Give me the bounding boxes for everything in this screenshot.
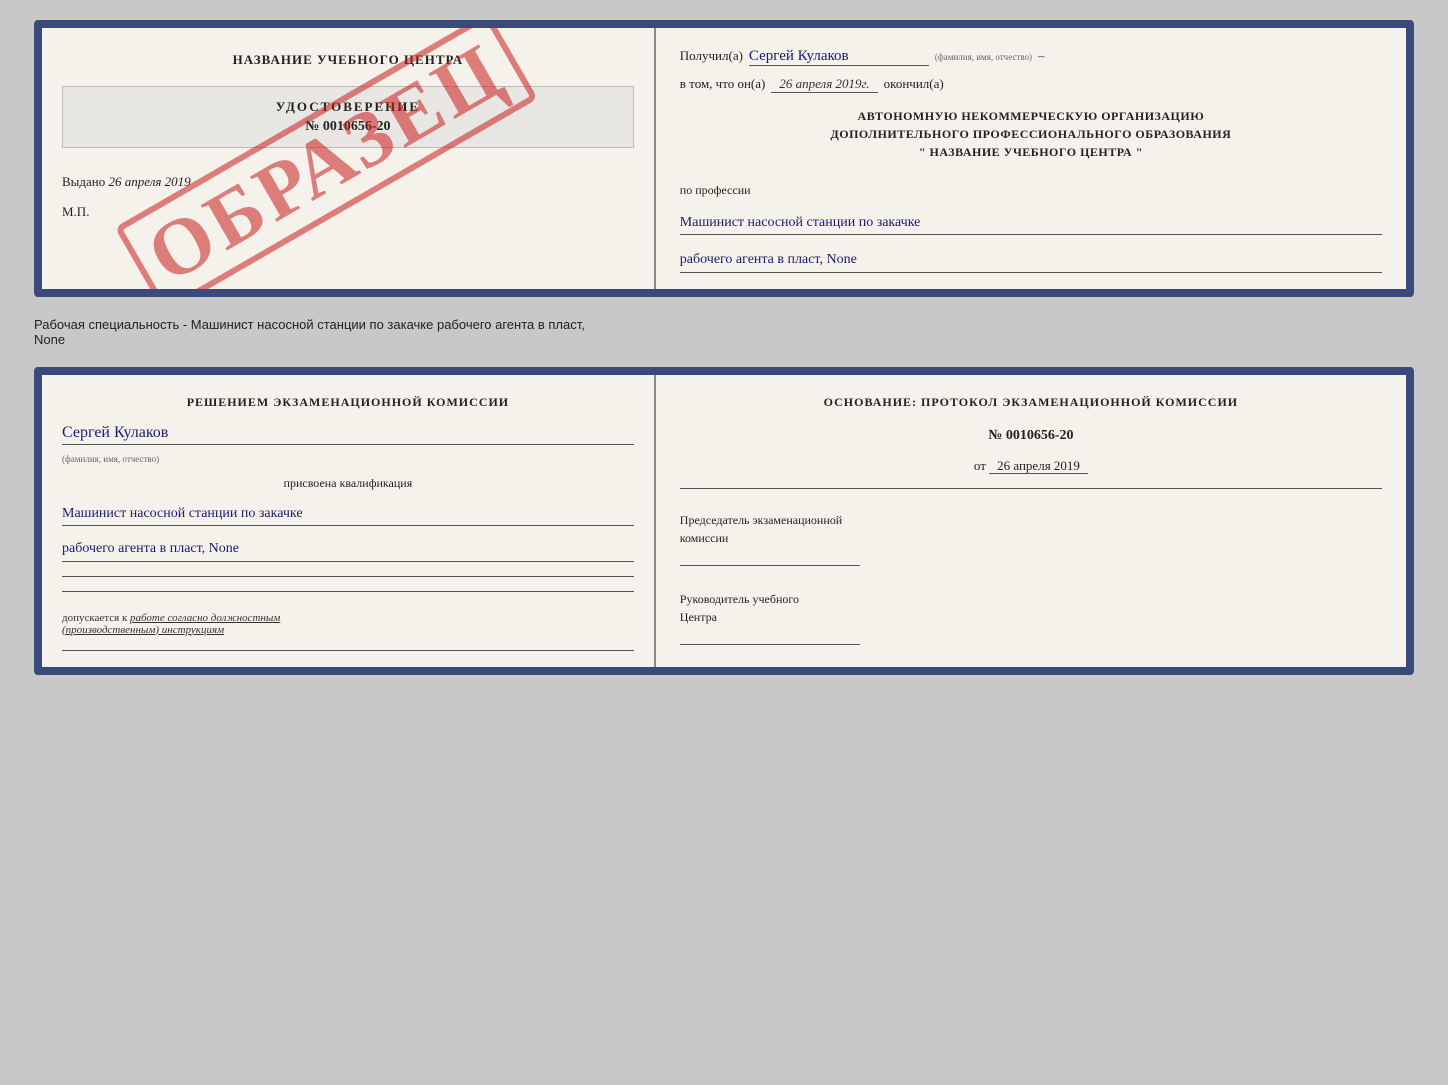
separator-line2: None [34, 332, 65, 347]
bottom-right-panel: Основание: протокол экзаменационной коми… [656, 375, 1406, 667]
prof-value2: рабочего агента в пласт, None [680, 249, 1382, 272]
person-name: Сергей Кулаков [62, 424, 634, 445]
poluchil-name: Сергей Кулаков [749, 48, 929, 66]
vtom-row: в том, что он(а) 26 апреля 2019г. окончи… [680, 76, 1382, 93]
org-line2: ДОПОЛНИТЕЛЬНОГО ПРОФЕССИОНАЛЬНОГО ОБРАЗО… [680, 125, 1382, 143]
rukovoditel-line2: Центра [680, 610, 717, 624]
rukovoditel-line1: Руководитель учебного [680, 592, 799, 606]
okonchil-label: окончил(а) [884, 76, 944, 92]
top-left-panel: НАЗВАНИЕ УЧЕБНОГО ЦЕНТРА ОБРАЗЕЦ УДОСТОВ… [42, 28, 656, 289]
prof-label: по профессии [680, 183, 1382, 198]
dopuskaetsya-italic: работе согласно должностным [130, 612, 280, 624]
mp-row: М.П. [62, 204, 634, 220]
fio-hint-top: (фамилия, имя, отчество) [935, 52, 1032, 62]
kvalif-value1: Машинист насосной станции по закачке [62, 503, 634, 526]
line2 [62, 591, 634, 592]
vtom-label: в том, что он(а) [680, 76, 766, 92]
poluchil-label: Получил(a) [680, 48, 743, 64]
osnovanie-title: Основание: протокол экзаменационной коми… [680, 395, 1382, 410]
dash-separator: – [1038, 48, 1045, 64]
top-right-panel: Получил(a) Сергей Кулаков (фамилия, имя,… [656, 28, 1406, 289]
predsedatel-line1: Председатель экзаменационной [680, 513, 842, 527]
separator-line1: Рабочая специальность - Машинист насосно… [34, 317, 585, 332]
prisvoena-label: присвоена квалификация [62, 476, 634, 491]
vydano-label: Выдано [62, 174, 105, 189]
poluchil-row: Получил(a) Сергей Кулаков (фамилия, имя,… [680, 48, 1382, 66]
dopuskaetsya-row: допускается к работе согласно должностны… [62, 612, 634, 636]
rukovoditel-signature-line [680, 644, 860, 645]
predsedatel-label: Председатель экзаменационной комиссии [680, 511, 1382, 547]
udostoverenie-title: УДОСТОВЕРЕНИЕ [71, 99, 625, 115]
rukovoditel-label: Руководитель учебного Центра [680, 590, 1382, 626]
kvalif-value2: рабочего агента в пласт, None [62, 538, 634, 561]
separator-text: Рабочая специальность - Машинист насосно… [34, 313, 1414, 351]
fio-hint-bottom: (фамилия, имя, отчество) [62, 454, 634, 464]
prof-value1: Машинист насосной станции по закачке [680, 212, 1382, 235]
protocol-date: от 26 апреля 2019 [680, 458, 1382, 474]
line1 [62, 576, 634, 577]
udostoverenie-box: УДОСТОВЕРЕНИЕ № 0010656-20 [62, 86, 634, 148]
top-left-title: НАЗВАНИЕ УЧЕБНОГО ЦЕНТРА [62, 52, 634, 68]
top-document-card: НАЗВАНИЕ УЧЕБНОГО ЦЕНТРА ОБРАЗЕЦ УДОСТОВ… [34, 20, 1414, 297]
line-after-date [680, 488, 1382, 489]
dopuskaetsya-label: допускается к [62, 612, 127, 624]
org-line3: " НАЗВАНИЕ УЧЕБНОГО ЦЕНТРА " [680, 143, 1382, 161]
predsedatel-signature-line [680, 565, 860, 566]
vydano-date: 26 апреля 2019 [109, 174, 191, 189]
predsedatel-line2: комиссии [680, 531, 729, 545]
dopuskaetsya-italic2: (производственным) инструкциям [62, 624, 224, 636]
bottom-left-panel: Решением экзаменационной комиссии Сергей… [42, 375, 656, 667]
protocol-num: № 0010656-20 [680, 428, 1382, 444]
bottom-document-card: Решением экзаменационной комиссии Сергей… [34, 367, 1414, 675]
org-line1: АВТОНОМНУЮ НЕКОММЕРЧЕСКУЮ ОРГАНИЗАЦИЮ [680, 107, 1382, 125]
udostoverenie-num: № 0010656-20 [71, 119, 625, 135]
vydano-row: Выдано 26 апреля 2019 [62, 174, 634, 190]
org-block: АВТОНОМНУЮ НЕКОММЕРЧЕСКУЮ ОРГАНИЗАЦИЮ ДО… [680, 107, 1382, 161]
resheniem-title: Решением экзаменационной комиссии [62, 395, 634, 410]
protocol-date-prefix: от [974, 458, 986, 473]
line3 [62, 650, 634, 651]
vtom-date: 26 апреля 2019г. [771, 76, 877, 93]
protocol-date-value: 26 апреля 2019 [989, 458, 1088, 474]
